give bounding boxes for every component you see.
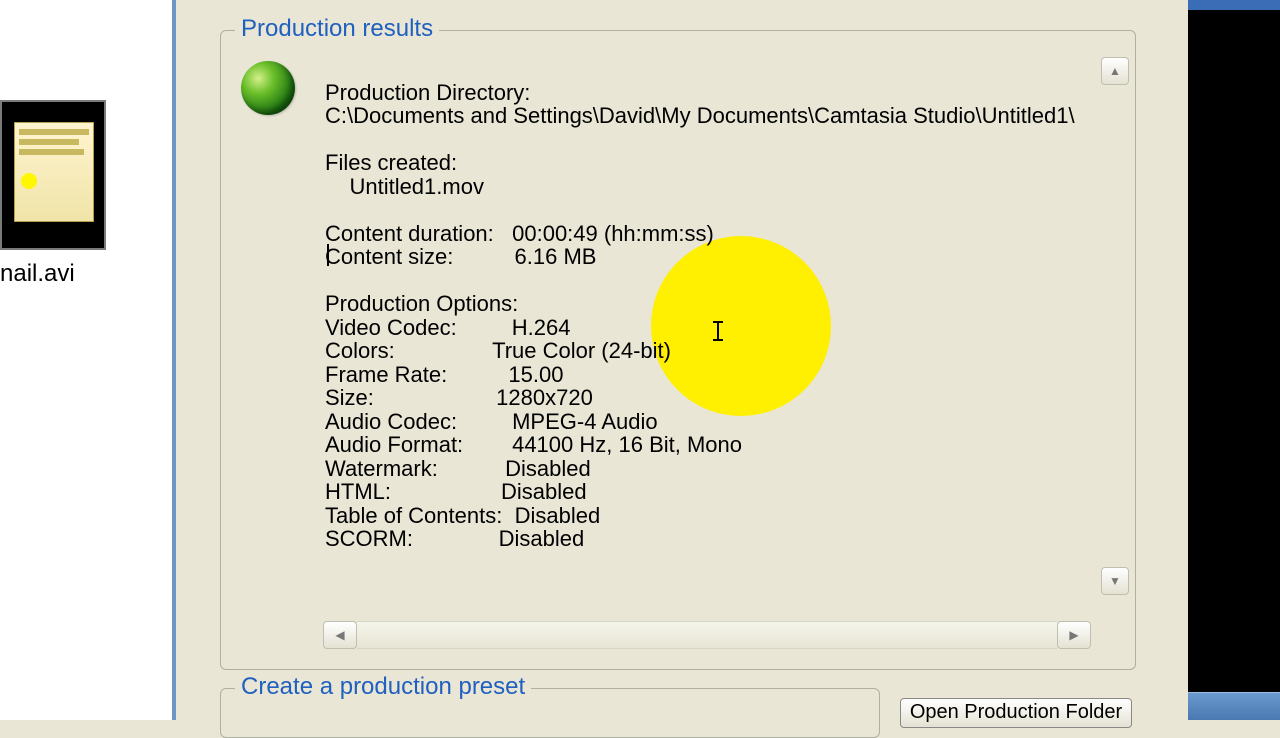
open-production-folder-button[interactable]: Open Production Folder	[900, 698, 1132, 728]
text-caret	[327, 244, 329, 266]
production-results-text[interactable]: Production Directory: C:\Documents and S…	[325, 57, 1065, 587]
main-area: Production results Production Directory:…	[180, 0, 1180, 720]
scroll-up-button[interactable]: ▲	[1101, 57, 1129, 85]
scroll-left-button[interactable]: ◀	[323, 621, 357, 649]
thumbnail-preview	[14, 122, 94, 222]
scroll-down-button[interactable]: ▼	[1101, 567, 1129, 595]
chevron-right-icon: ▶	[1069, 628, 1078, 642]
text-cursor-icon	[713, 321, 723, 341]
scroll-track[interactable]	[357, 621, 1057, 649]
right-trim-top	[1188, 0, 1280, 10]
chevron-left-icon: ◀	[335, 628, 344, 642]
chevron-up-icon: ▲	[1109, 64, 1121, 78]
scroll-right-button[interactable]: ▶	[1057, 621, 1091, 649]
create-preset-group: Create a production preset	[220, 688, 880, 738]
video-thumbnail[interactable]	[0, 100, 106, 250]
horizontal-scrollbar[interactable]: ◀ ▶	[323, 621, 1091, 649]
app-logo-icon	[241, 61, 295, 115]
right-preview-pane	[1188, 0, 1280, 720]
left-pane: nail.avi	[0, 0, 176, 720]
production-results-group: Production results Production Directory:…	[220, 30, 1136, 670]
thumbnail-filename: nail.avi	[0, 260, 75, 288]
chevron-down-icon: ▼	[1109, 574, 1121, 588]
right-trim-bottom	[1188, 692, 1280, 720]
create-preset-title: Create a production preset	[235, 673, 531, 701]
production-results-title: Production results	[235, 15, 439, 43]
